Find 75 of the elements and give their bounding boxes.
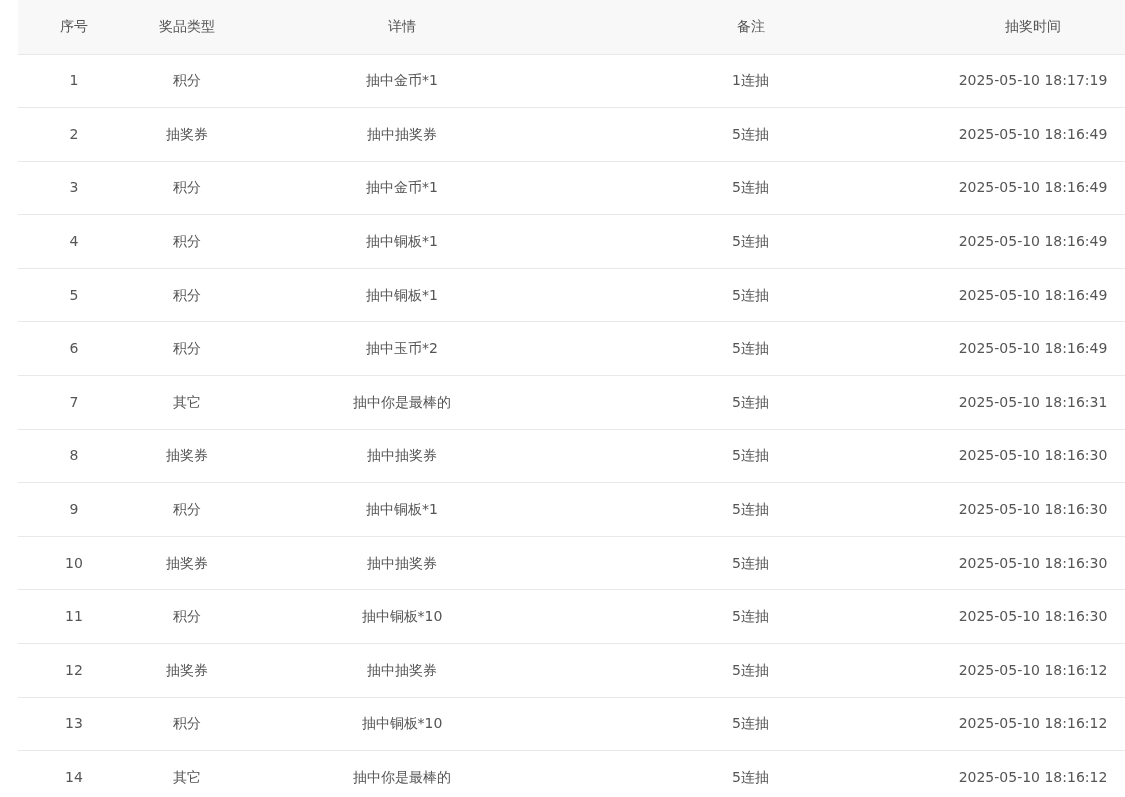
table-cell: 2025-05-10 18:16:30	[941, 482, 1125, 537]
column-header: 备注	[560, 0, 941, 54]
table-cell: 积分	[130, 54, 244, 108]
table-cell: 14	[18, 750, 130, 797]
table-cell: 13	[18, 697, 130, 751]
table-cell: 9	[18, 482, 130, 537]
table-cell: 抽中铜板*1	[244, 214, 560, 269]
column-header: 序号	[18, 0, 130, 54]
table-cell: 抽中金币*1	[244, 54, 560, 108]
table-cell: 积分	[130, 589, 244, 644]
table-cell: 抽奖券	[130, 536, 244, 590]
table-cell: 8	[18, 429, 130, 483]
column-header: 抽奖时间	[941, 0, 1125, 54]
table-cell: 2025-05-10 18:16:30	[941, 536, 1125, 590]
table-cell: 5	[18, 268, 130, 322]
table-cell: 5连抽	[560, 589, 941, 644]
table-cell: 抽中铜板*10	[244, 589, 560, 644]
table-cell: 抽中你是最棒的	[244, 750, 560, 797]
table-cell: 5连抽	[560, 750, 941, 797]
table-cell: 2025-05-10 18:16:49	[941, 268, 1125, 322]
table-cell: 5连抽	[560, 429, 941, 483]
column-header: 奖品类型	[130, 0, 244, 54]
table-cell: 2025-05-10 18:16:31	[941, 375, 1125, 430]
table-cell: 5连抽	[560, 697, 941, 751]
table-cell: 2025-05-10 18:16:12	[941, 750, 1125, 797]
table-cell: 5连抽	[560, 482, 941, 537]
table-cell: 抽中玉币*2	[244, 321, 560, 376]
column-header: 详情	[244, 0, 560, 54]
table-cell: 1	[18, 54, 130, 108]
table-cell: 其它	[130, 750, 244, 797]
table-cell: 2	[18, 107, 130, 162]
table-cell: 11	[18, 589, 130, 644]
table-cell: 抽中金币*1	[244, 161, 560, 215]
table-cell: 5连抽	[560, 321, 941, 376]
table-cell: 5连抽	[560, 214, 941, 269]
table-cell: 积分	[130, 214, 244, 269]
table-cell: 5连抽	[560, 536, 941, 590]
table-cell: 5连抽	[560, 107, 941, 162]
table-cell: 10	[18, 536, 130, 590]
table-cell: 抽奖券	[130, 643, 244, 698]
table-cell: 2025-05-10 18:16:49	[941, 161, 1125, 215]
table-cell: 2025-05-10 18:16:49	[941, 107, 1125, 162]
table-cell: 抽中抽奖券	[244, 429, 560, 483]
table-cell: 积分	[130, 161, 244, 215]
table-cell: 抽中铜板*1	[244, 268, 560, 322]
table-cell: 2025-05-10 18:16:30	[941, 429, 1125, 483]
table-cell: 3	[18, 161, 130, 215]
table-cell: 2025-05-10 18:16:30	[941, 589, 1125, 644]
table-cell: 抽奖券	[130, 429, 244, 483]
table-cell: 5连抽	[560, 643, 941, 698]
table-cell: 2025-05-10 18:16:12	[941, 643, 1125, 698]
table-cell: 6	[18, 321, 130, 376]
table-cell: 抽奖券	[130, 107, 244, 162]
table-cell: 2025-05-10 18:16:49	[941, 214, 1125, 269]
table-cell: 2025-05-10 18:16:12	[941, 697, 1125, 751]
table-cell: 7	[18, 375, 130, 430]
table-cell: 1连抽	[560, 54, 941, 108]
table-cell: 积分	[130, 321, 244, 376]
table-cell: 5连抽	[560, 375, 941, 430]
table-cell: 5连抽	[560, 268, 941, 322]
table-cell: 积分	[130, 268, 244, 322]
table-cell: 抽中抽奖券	[244, 536, 560, 590]
table-cell: 抽中铜板*10	[244, 697, 560, 751]
table-cell: 积分	[130, 482, 244, 537]
table-cell: 2025-05-10 18:16:49	[941, 321, 1125, 376]
table-cell: 2025-05-10 18:17:19	[941, 54, 1125, 108]
table-cell: 抽中铜板*1	[244, 482, 560, 537]
table-cell: 5连抽	[560, 161, 941, 215]
table-cell: 抽中抽奖券	[244, 107, 560, 162]
table-cell: 其它	[130, 375, 244, 430]
table-cell: 抽中你是最棒的	[244, 375, 560, 430]
table-cell: 积分	[130, 697, 244, 751]
table-cell: 4	[18, 214, 130, 269]
table-cell: 12	[18, 643, 130, 698]
table-cell: 抽中抽奖券	[244, 643, 560, 698]
